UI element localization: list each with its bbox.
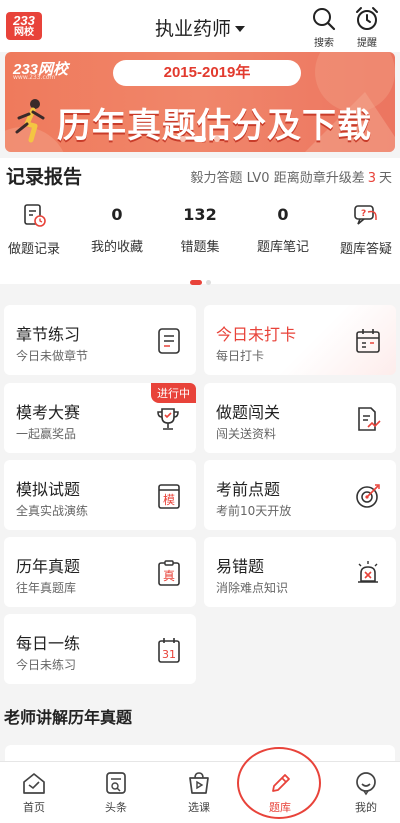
- search-button[interactable]: 搜索: [306, 6, 342, 49]
- target-icon: [356, 484, 380, 508]
- alarm-clock-icon: [356, 7, 378, 30]
- smile-icon: [356, 772, 376, 796]
- svg-text:真: 真: [163, 569, 175, 583]
- alarm-icon: [358, 561, 378, 583]
- page-title[interactable]: 执业药师: [155, 18, 231, 40]
- record-qa[interactable]: ? 题库答疑: [326, 200, 400, 257]
- card-daily-practice[interactable]: 每日一练 今日未练习 31: [4, 614, 196, 684]
- app-header: 233 网校 执业药师 搜索 提醒: [0, 0, 400, 52]
- card-chapter-practice[interactable]: 章节练习 今日未做章节: [4, 305, 196, 375]
- doc-trend-icon: [358, 407, 381, 431]
- card-daily-checkin[interactable]: 今日未打卡 每日打卡: [204, 305, 396, 375]
- trophy-icon: [157, 408, 179, 430]
- svg-text:模: 模: [163, 493, 175, 507]
- caret-down-icon: [235, 25, 245, 32]
- card-error-prone[interactable]: 易错题 消除难点知识: [204, 537, 396, 607]
- section-title: 老师讲解历年真题: [4, 708, 133, 727]
- records-panel: 记录报告 毅力答题 LV0 距离勋章升级差 3 天 做题记录 0 我的收藏 132 …: [0, 158, 400, 285]
- nav-home[interactable]: 首页: [4, 770, 64, 815]
- news-icon: [106, 772, 126, 794]
- card-pre-exam-tips[interactable]: 考前点题 考前10天开放: [204, 460, 396, 530]
- banner-dot: [180, 136, 186, 142]
- section-content: [5, 745, 395, 761]
- banner-dot-active: [194, 136, 206, 142]
- banner-url: www.233.com: [13, 74, 56, 81]
- chat-question-icon: ?: [354, 205, 377, 225]
- list-doc-icon: [158, 328, 180, 354]
- records-title: 记录报告: [6, 166, 83, 188]
- card-mock-contest[interactable]: 模考大赛 一起赢奖品 进行中: [4, 383, 196, 453]
- real-clipboard-icon: 真: [158, 560, 180, 586]
- record-favorites[interactable]: 0 我的收藏: [77, 200, 157, 255]
- nav-courses[interactable]: 选课: [169, 770, 229, 815]
- card-level-challenge[interactable]: 做题闯关 闯关送资料: [204, 383, 396, 453]
- course-bag-icon: [189, 772, 209, 794]
- card-mock-exam[interactable]: 模拟试题 全真实战演练 模: [4, 460, 196, 530]
- svg-text:?: ?: [361, 209, 366, 219]
- banner-dot: [214, 136, 220, 142]
- banner-years: 2015-2019年: [113, 60, 301, 86]
- status-badge: 进行中: [151, 383, 196, 403]
- medal-progress-note: 毅力答题 LV0 距离勋章升级差 3 天: [190, 171, 392, 186]
- home-icon: [23, 773, 45, 794]
- remind-button[interactable]: 提醒: [349, 6, 385, 49]
- records-pagination: [0, 270, 400, 289]
- active-tab-highlight: [237, 747, 321, 819]
- calendar-icon: [356, 329, 380, 353]
- card-past-exams[interactable]: 历年真题 往年真题库 真: [4, 537, 196, 607]
- search-icon: [313, 8, 336, 31]
- clock-doc-icon: [24, 204, 46, 227]
- record-notes[interactable]: 0 题库笔记: [243, 200, 323, 255]
- promo-banner[interactable]: 233网校 www.233.com 2015-2019年 历年真题估分及下载: [5, 52, 395, 152]
- calendar-31-icon: 31: [158, 638, 180, 663]
- nav-profile[interactable]: 我的: [336, 770, 396, 815]
- record-history[interactable]: 做题记录: [0, 200, 74, 257]
- nav-news[interactable]: 头条: [86, 770, 146, 815]
- svg-text:31: 31: [162, 648, 176, 661]
- record-wrong-set[interactable]: 132 错题集: [160, 200, 240, 255]
- mock-doc-icon: 模: [158, 484, 180, 509]
- bottom-nav: 首页 头条 选课 题库 我的: [0, 761, 400, 823]
- banner-pagination: [5, 127, 395, 146]
